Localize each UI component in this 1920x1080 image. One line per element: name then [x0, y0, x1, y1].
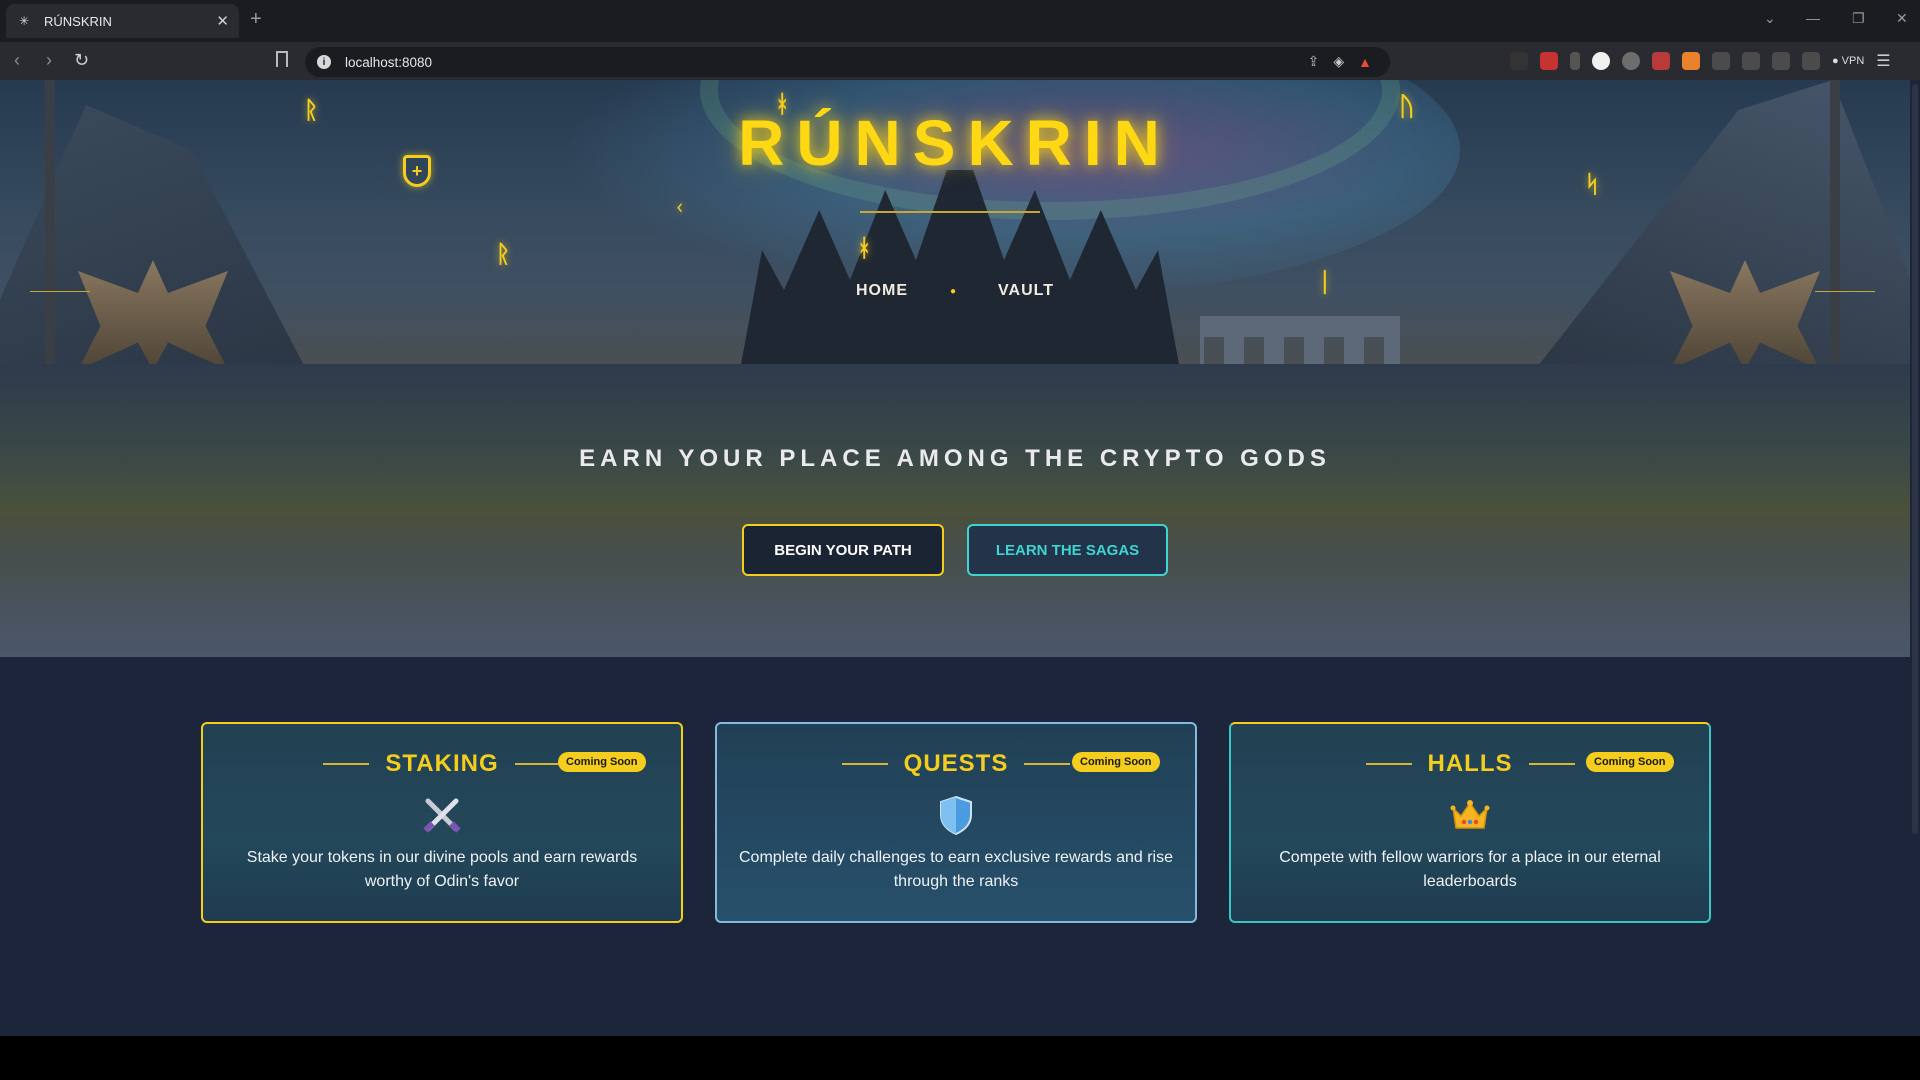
cta-section: EARN YOUR PLACE AMONG THE CRYPTO GODS BE…: [0, 364, 1910, 657]
card-description: Compete with fellow warriors for a place…: [1279, 849, 1661, 890]
title-divider: [860, 211, 1040, 213]
card-description: Complete daily challenges to earn exclus…: [739, 849, 1173, 890]
main-nav: HOME ● VAULT: [0, 282, 1910, 300]
card-header: STAKING Coming Soon: [203, 744, 681, 784]
cta-heading: EARN YOUR PLACE AMONG THE CRYPTO GODS: [579, 445, 1331, 472]
minimize-icon[interactable]: —: [1806, 10, 1820, 26]
close-tab-icon[interactable]: ✕: [216, 12, 229, 30]
vpn-label: VPN: [1841, 55, 1865, 67]
extension-icon[interactable]: [1622, 52, 1640, 70]
begin-your-path-button[interactable]: BEGIN YOUR PATH: [742, 524, 944, 576]
card-header: QUESTS Coming Soon: [717, 744, 1195, 784]
halls-card[interactable]: HALLS Coming Soon Compete with fellow wa…: [1229, 722, 1711, 923]
title-line-right: [1528, 763, 1575, 765]
site-title: RÚNSKRIN: [738, 107, 1172, 179]
crown-icon: [1231, 788, 1709, 842]
extension-icon[interactable]: [1652, 52, 1670, 70]
puzzle-icon[interactable]: [1712, 52, 1730, 70]
menu-icon[interactable]: ☰: [1876, 51, 1890, 71]
forward-icon[interactable]: ›: [46, 50, 52, 70]
page-scrollbar[interactable]: [1910, 80, 1920, 1036]
tab-title: RÚNSKRIN: [44, 13, 112, 29]
site-favicon-icon: ✳: [18, 14, 30, 28]
title-line-right: [514, 763, 561, 765]
coming-soon-badge: Coming Soon: [558, 752, 646, 772]
rune-icon: ᚼ: [857, 234, 872, 262]
bridge-decoration: [1200, 316, 1400, 364]
title-line-right: [1024, 763, 1071, 765]
share-icon[interactable]: ⇪: [1308, 53, 1320, 70]
extension-icon[interactable]: [1540, 52, 1558, 70]
vpn-button[interactable]: ● VPN: [1832, 55, 1864, 67]
title-line-left: [1365, 763, 1412, 765]
title-line-left: [323, 763, 370, 765]
tab-search-icon[interactable]: ⌄: [1764, 10, 1776, 27]
url-text[interactable]: localhost:8080: [345, 55, 432, 70]
learn-the-sagas-button[interactable]: LEARN THE SAGAS: [967, 524, 1168, 576]
browser-tab-bar: ✳ RÚNSKRIN ✕ + ⌄ — ❐ ✕: [0, 0, 1920, 42]
close-window-icon[interactable]: ✕: [1896, 10, 1908, 27]
rune-icon: ᚲ: [674, 198, 685, 219]
card-header: HALLS Coming Soon: [1231, 744, 1709, 784]
features-section: STAKING Coming Soon Stake your tokens in…: [0, 657, 1910, 1036]
shield-icon: [717, 788, 1195, 842]
address-bar[interactable]: i localhost:8080 ⇪ ◈ ▲: [305, 47, 1390, 77]
nav-separator-dot: ●: [950, 285, 957, 297]
profile-extension-icon[interactable]: [1592, 52, 1610, 70]
nav-home-link[interactable]: HOME: [856, 282, 908, 300]
wallet-icon[interactable]: [1772, 52, 1790, 70]
hero-header: ᚱ + ᚲ ᚱ ᚼ ᚼ ᚢ ᛋ ᛁ RÚNSKRIN HOME ● VAULT: [0, 80, 1910, 364]
crossed-swords-icon: [203, 788, 681, 842]
sidebar-icon[interactable]: [1742, 52, 1760, 70]
scrollbar-thumb[interactable]: [1912, 84, 1918, 834]
nav-vault-link[interactable]: VAULT: [998, 282, 1054, 300]
extension-icon[interactable]: [1570, 52, 1580, 70]
extension-icon[interactable]: [1510, 52, 1528, 70]
restore-icon[interactable]: ❐: [1852, 10, 1865, 27]
brave-shield-icon[interactable]: ◈: [1333, 53, 1344, 70]
coming-soon-badge: Coming Soon: [1072, 752, 1160, 772]
new-tab-icon[interactable]: +: [250, 9, 262, 29]
browser-toolbar: ‹ › ↻ i localhost:8080 ⇪ ◈ ▲ ● VPN ☰: [0, 42, 1920, 80]
page-viewport: ᚱ + ᚲ ᚱ ᚼ ᚼ ᚢ ᛋ ᛁ RÚNSKRIN HOME ● VAULT …: [0, 80, 1910, 1036]
card-title: STAKING: [385, 750, 499, 777]
bookmark-icon[interactable]: [276, 51, 288, 67]
bottom-strip: [0, 1036, 1920, 1080]
rune-icon: ᚱ: [496, 240, 511, 268]
site-info-icon[interactable]: i: [317, 55, 331, 69]
title-line-left: [841, 763, 888, 765]
brave-rewards-icon[interactable]: ▲: [1358, 54, 1372, 70]
card-title: HALLS: [1427, 750, 1513, 777]
back-icon[interactable]: ‹: [14, 50, 20, 70]
reload-icon[interactable]: ↻: [74, 50, 89, 70]
staking-card[interactable]: STAKING Coming Soon Stake your tokens in…: [201, 722, 683, 923]
card-title: QUESTS: [903, 750, 1009, 777]
quests-card[interactable]: QUESTS Coming Soon Complete daily challe…: [715, 722, 1197, 923]
extensions-row: ● VPN ☰: [1510, 51, 1891, 71]
browser-tab[interactable]: ✳ RÚNSKRIN ✕: [6, 4, 239, 38]
metamask-icon[interactable]: [1682, 52, 1700, 70]
card-description: Stake your tokens in our divine pools an…: [246, 849, 638, 890]
leo-ai-icon[interactable]: [1802, 52, 1820, 70]
coming-soon-badge: Coming Soon: [1586, 752, 1674, 772]
